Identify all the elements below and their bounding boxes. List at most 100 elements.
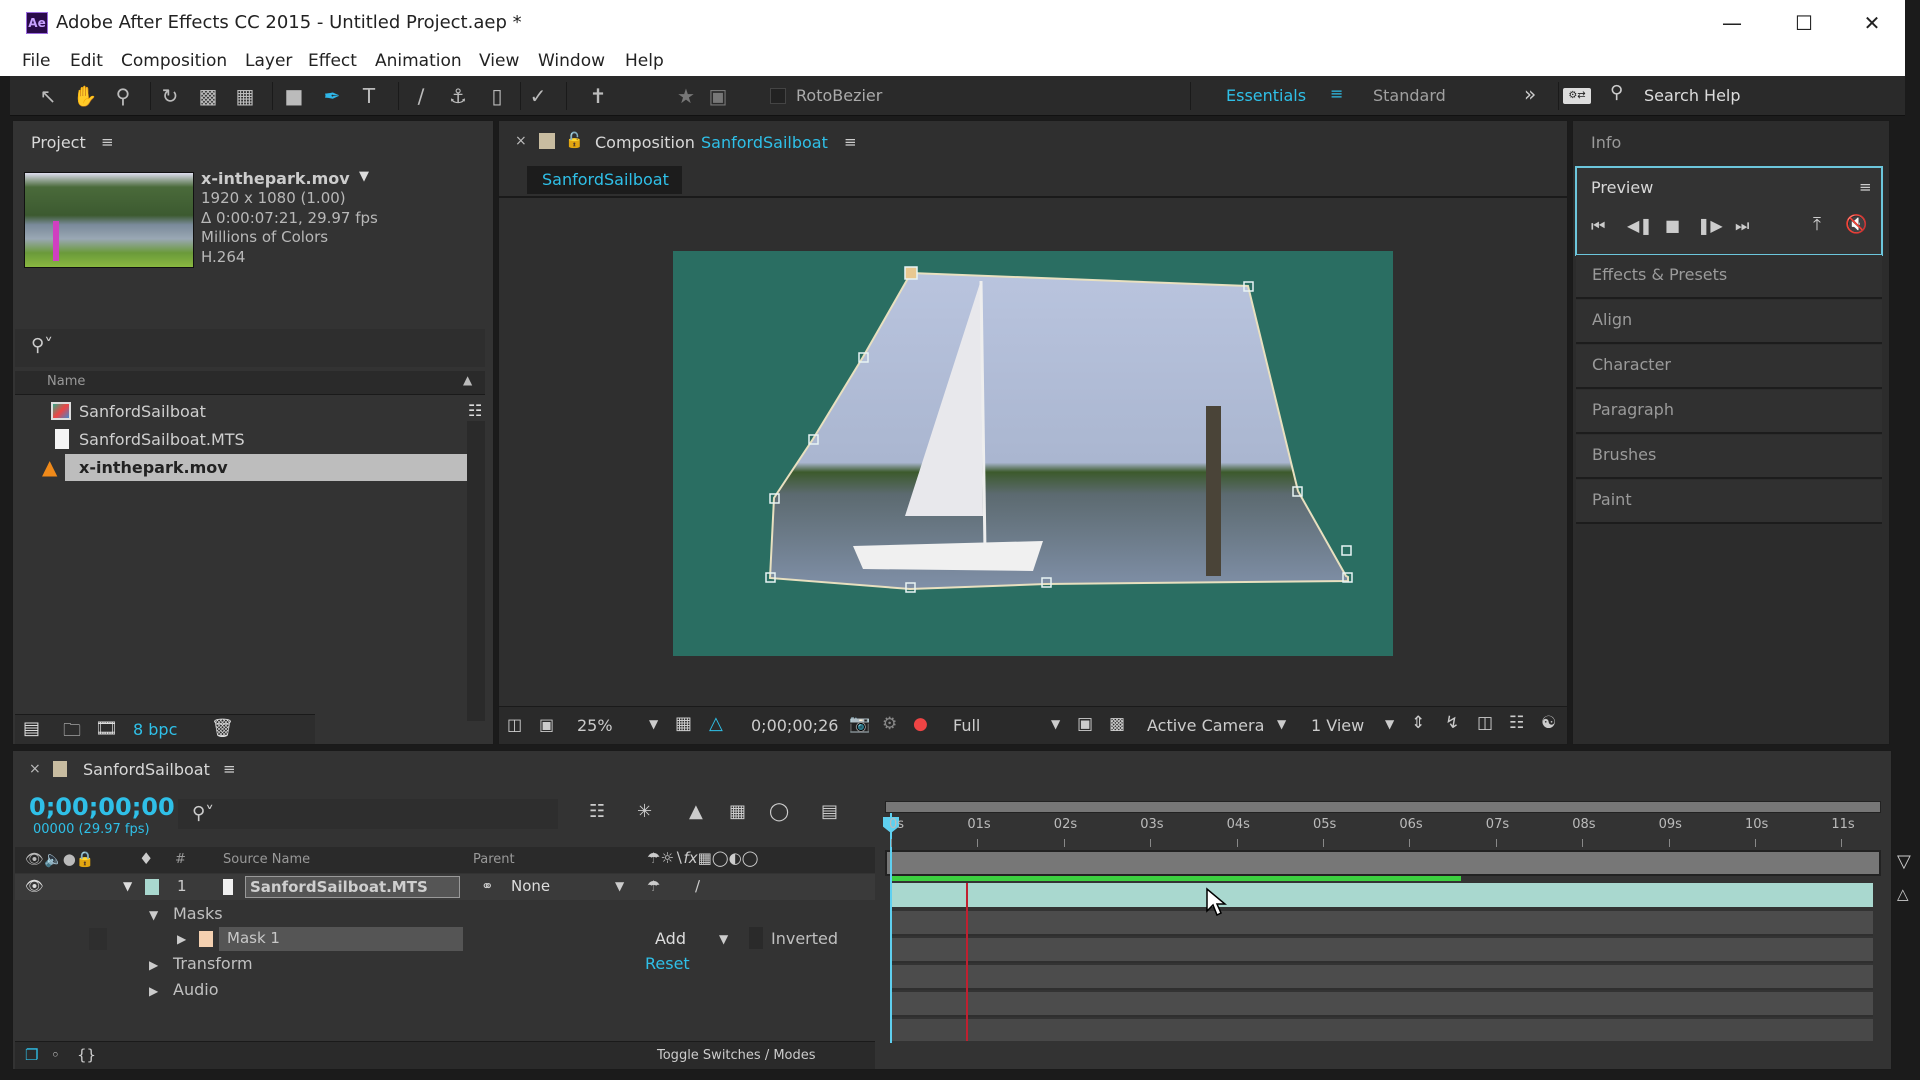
work-area-bar[interactable] xyxy=(885,850,1881,876)
masks-group[interactable]: Masks xyxy=(173,904,223,923)
twirl-down-icon[interactable]: ▼ xyxy=(123,879,132,893)
monitor-icon[interactable]: ▣ xyxy=(539,715,554,734)
previous-frame-icon[interactable]: ◀❚ xyxy=(1627,216,1653,235)
brushes-panel-tab[interactable]: Brushes xyxy=(1576,435,1882,479)
selection-tool-icon[interactable]: ↖ xyxy=(34,82,62,110)
close-panel-icon[interactable]: × xyxy=(29,761,41,777)
flowchart-icon[interactable]: ☷ xyxy=(1509,713,1524,733)
menu-window[interactable]: Window xyxy=(538,51,605,71)
name-column-header[interactable]: Name xyxy=(47,374,85,389)
current-time[interactable]: 0;00;00;00 xyxy=(29,793,175,821)
layer-marker-icon[interactable]: △ xyxy=(1897,885,1909,903)
menu-file[interactable]: File xyxy=(22,51,50,71)
rectangle-tool-icon[interactable]: ■ xyxy=(280,82,308,110)
transparency-grid-icon[interactable]: ▩ xyxy=(1109,714,1125,734)
transform-group[interactable]: Transform xyxy=(173,954,253,973)
pan-behind-tool-icon[interactable]: ▦ xyxy=(231,82,259,110)
motion-blur-icon[interactable]: ◯ xyxy=(769,801,789,822)
character-panel-tab[interactable]: Character xyxy=(1576,345,1882,389)
sync-settings-icon[interactable]: ⚙⇄ xyxy=(1563,88,1591,104)
view-layout-select[interactable]: 1 View xyxy=(1311,716,1364,735)
workspace-essentials[interactable]: Essentials xyxy=(1226,86,1306,105)
layer-source-name[interactable]: SanfordSailboat.MTS xyxy=(245,876,460,898)
first-frame-icon[interactable]: ⏮ xyxy=(1591,216,1605,236)
draft-3d-icon[interactable]: ✳ xyxy=(637,801,652,822)
new-composition-icon[interactable]: 🎞 xyxy=(95,718,118,739)
reset-transform-link[interactable]: Reset xyxy=(645,954,690,973)
comp-mini-flowchart-icon[interactable]: ☷ xyxy=(589,801,605,822)
twirl-right-icon[interactable]: ▶ xyxy=(177,932,186,946)
current-time-display[interactable]: 0;00;00;26 xyxy=(751,716,838,735)
paint-panel-tab[interactable]: Paint xyxy=(1576,480,1882,524)
timeline-search-input[interactable]: ⚲˅ xyxy=(178,799,558,829)
mask-color-swatch[interactable] xyxy=(199,931,213,947)
composition-viewer[interactable] xyxy=(673,251,1393,656)
layer-row[interactable]: 👁 ▼ 1 SanfordSailboat.MTS ⚭ None ▼ ☂ ∕ xyxy=(15,874,875,900)
mask-visibility-icon[interactable]: △ xyxy=(709,713,723,734)
project-item[interactable]: SanfordSailboat xyxy=(43,398,479,425)
camera-tool-icon[interactable]: ▩ xyxy=(194,82,222,110)
region-of-interest-icon[interactable]: ▣ xyxy=(1077,714,1093,734)
puppet-pin-tool-icon[interactable]: ✝ xyxy=(584,82,612,110)
twirl-right-icon[interactable]: ▶ xyxy=(149,958,158,972)
camera-select[interactable]: Active Camera xyxy=(1147,716,1264,735)
menu-layer[interactable]: Layer xyxy=(245,51,292,71)
scrollbar[interactable] xyxy=(467,421,485,721)
mask-name[interactable]: Mask 1 xyxy=(219,927,463,951)
twirl-right-icon[interactable]: ▶ xyxy=(149,984,158,998)
close-panel-icon[interactable]: × xyxy=(515,133,527,149)
time-navigator[interactable] xyxy=(885,801,1881,813)
dropdown-arrow-icon[interactable]: ▼ xyxy=(1051,717,1060,731)
dropdown-arrow-icon[interactable]: ▼ xyxy=(1385,717,1394,731)
effects-presets-panel-tab[interactable]: Effects & Presets xyxy=(1576,255,1882,299)
panel-menu-icon[interactable]: ≡ xyxy=(101,133,114,151)
transfer-controls-icon[interactable]: ◦ xyxy=(51,1046,60,1064)
current-time-indicator[interactable] xyxy=(890,813,892,1043)
rotate-tool-icon[interactable]: ↻ xyxy=(156,82,184,110)
eraser-tool-icon[interactable]: ▯ xyxy=(483,82,511,110)
pen-tool-icon[interactable]: ✒ xyxy=(318,82,346,110)
dropdown-arrow-icon[interactable]: ▼ xyxy=(615,879,624,893)
export-icon[interactable]: ⤒ xyxy=(1813,214,1821,235)
fast-previews-icon[interactable]: ↯ xyxy=(1445,713,1459,733)
shy-switch-icon[interactable]: ☂ xyxy=(647,877,660,895)
search-help-field[interactable]: Search Help xyxy=(1644,86,1741,105)
frame-blending-icon[interactable]: ▦ xyxy=(729,801,746,822)
project-panel-title[interactable]: Project xyxy=(31,133,86,152)
show-snapshot-icon[interactable]: ⚙ xyxy=(882,714,897,734)
type-tool-icon[interactable]: T xyxy=(355,82,383,110)
audio-group[interactable]: Audio xyxy=(173,980,218,999)
last-frame-icon[interactable]: ⏭ xyxy=(1735,216,1749,236)
new-folder-icon[interactable]: 🗀 xyxy=(63,718,81,748)
menu-help[interactable]: Help xyxy=(625,51,664,71)
zoom-tool-icon[interactable]: ⚲ xyxy=(109,82,137,110)
dropdown-arrow-icon[interactable]: ▼ xyxy=(649,717,658,731)
workspace-menu-icon[interactable]: ≡ xyxy=(1330,84,1343,103)
graph-editor-icon[interactable]: ▤ xyxy=(821,801,838,822)
menu-edit[interactable]: Edit xyxy=(70,51,103,71)
panel-menu-icon[interactable]: ≡ xyxy=(844,133,857,151)
comp-tab[interactable]: SanfordSailboat xyxy=(527,166,682,194)
timeline-comp-name[interactable]: SanfordSailboat xyxy=(83,760,210,779)
mask-mode-select[interactable]: Add xyxy=(655,929,686,948)
dropdown-arrow-icon[interactable]: ▼ xyxy=(1277,717,1286,731)
clone-stamp-tool-icon[interactable]: ⚓ xyxy=(444,82,472,110)
project-item[interactable]: SanfordSailboat.MTS xyxy=(43,426,479,453)
always-preview-icon[interactable]: ◫ xyxy=(507,715,522,734)
safe-zones-icon[interactable]: ▦ xyxy=(675,713,692,734)
shy-layers-icon[interactable]: ▲ xyxy=(689,801,703,822)
parent-select[interactable]: None xyxy=(511,877,550,895)
composition-name[interactable]: SanfordSailboat xyxy=(701,133,828,152)
mask-visibility-toggle[interactable] xyxy=(89,928,107,950)
layer-switches-icon[interactable]: ❐ xyxy=(25,1046,38,1064)
layer-label-color[interactable] xyxy=(145,879,159,895)
trash-icon[interactable]: 🗑 xyxy=(211,718,234,739)
toggle-switches-modes-button[interactable]: Toggle Switches / Modes xyxy=(657,1048,816,1063)
layer-duration-bar[interactable] xyxy=(891,883,1873,907)
source-name-header[interactable]: Source Name xyxy=(223,852,310,867)
flowchart-icon[interactable]: ☷ xyxy=(468,401,482,420)
lock-icon[interactable]: 🔓 xyxy=(565,131,584,149)
menu-effect[interactable]: Effect xyxy=(308,51,357,71)
stop-icon[interactable]: ■ xyxy=(1665,216,1680,235)
twirl-down-icon[interactable]: ▼ xyxy=(149,908,158,922)
